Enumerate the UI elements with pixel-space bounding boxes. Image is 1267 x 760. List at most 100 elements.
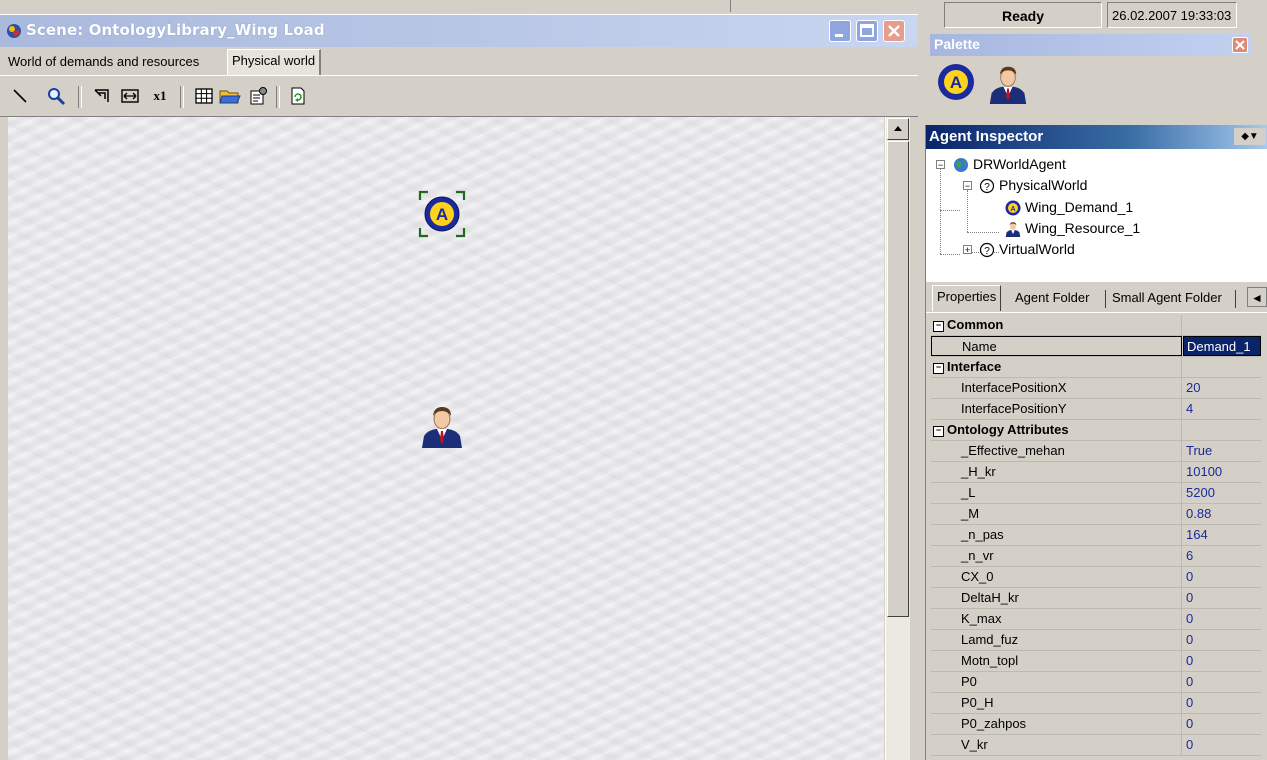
tree-item-label: Wing_Resource_1 (1025, 220, 1141, 236)
property-value (1183, 315, 1261, 335)
property-value[interactable]: 0 (1183, 714, 1261, 734)
property-value[interactable]: 4 (1183, 399, 1261, 419)
property-value[interactable]: 0 (1183, 588, 1261, 608)
demand-agent-icon: A (938, 64, 974, 100)
tab-small-agent-folder[interactable]: Small Agent Folder (1108, 287, 1226, 309)
property-row[interactable]: P0_zahpos 0 (931, 714, 1261, 735)
status-state: Ready (944, 2, 1102, 28)
tab-agent-folder[interactable]: Agent Folder (1011, 287, 1093, 309)
property-value[interactable]: 20 (1183, 378, 1261, 398)
property-row[interactable]: _H_kr 10100 (931, 462, 1261, 483)
svg-text:A: A (436, 205, 448, 224)
minimize-icon (835, 34, 843, 37)
property-value[interactable]: 0 (1183, 630, 1261, 650)
tree-item-drworldagent[interactable]: DRWorldAgent (953, 154, 1066, 174)
palette-resource-agent[interactable] (988, 64, 1028, 104)
maximize-button[interactable] (856, 20, 878, 42)
property-row[interactable]: _n_pas 164 (931, 525, 1261, 546)
properties-button[interactable] (246, 84, 270, 108)
property-value[interactable]: 10100 (1183, 462, 1261, 482)
inspector-menu-button[interactable]: ◆▼ (1234, 128, 1266, 145)
palette-title-bar[interactable]: Palette (930, 34, 1252, 56)
property-row[interactable]: InterfacePositionY 4 (931, 399, 1261, 420)
property-value[interactable]: 6 (1183, 546, 1261, 566)
open-folder-button[interactable] (218, 84, 242, 108)
property-category[interactable]: − Common (931, 315, 1261, 336)
tab-physical-world[interactable]: Physical world (227, 49, 322, 75)
zoom-button[interactable] (44, 84, 68, 108)
property-value[interactable]: 5200 (1183, 483, 1261, 503)
palette-demand-agent[interactable]: A (936, 62, 976, 102)
inspector-title-bar[interactable]: Agent Inspector ◆▼ (926, 125, 1267, 149)
collapse-icon[interactable]: − (933, 363, 944, 374)
tree-item-wing-demand[interactable]: A Wing_Demand_1 (1005, 197, 1133, 217)
property-row[interactable]: CX_0 0 (931, 567, 1261, 588)
scene-canvas[interactable]: A (8, 117, 884, 760)
inspector-title: Agent Inspector (929, 128, 1044, 145)
grid-button[interactable] (192, 84, 216, 108)
palette-close-button[interactable] (1232, 37, 1248, 53)
property-row[interactable]: _M 0.88 (931, 504, 1261, 525)
property-value[interactable]: 0 (1183, 672, 1261, 692)
tree-collapse-toggle[interactable]: − (936, 160, 945, 170)
property-name: K_max (931, 609, 1182, 629)
tree-expand-toggle[interactable]: + (963, 245, 972, 255)
property-name: P0_zahpos (931, 714, 1182, 734)
properties-icon (250, 87, 267, 105)
collapse-icon[interactable]: − (933, 321, 944, 332)
property-category-label: Common (947, 317, 1004, 332)
property-value[interactable]: 0 (1183, 735, 1261, 755)
property-value[interactable]: True (1183, 441, 1261, 461)
scene-vertical-scrollbar[interactable] (885, 117, 911, 760)
property-row[interactable]: P0_H 0 (931, 693, 1261, 714)
tab-scroll-left-button[interactable]: ◄ (1247, 287, 1267, 307)
property-row[interactable]: P0 0 (931, 672, 1261, 693)
scroll-thumb[interactable] (887, 141, 909, 617)
property-row[interactable]: _n_vr 6 (931, 546, 1261, 567)
tree-collapse-toggle[interactable]: − (963, 181, 972, 191)
canvas-resource-agent[interactable] (420, 404, 464, 448)
property-row[interactable]: _L 5200 (931, 483, 1261, 504)
property-name: _n_vr (931, 546, 1182, 566)
collapse-icon[interactable]: − (933, 426, 944, 437)
scroll-up-button[interactable] (887, 118, 909, 140)
property-value[interactable]: 0.88 (1183, 504, 1261, 524)
scale-1x-button[interactable]: x1 (148, 84, 172, 108)
property-category[interactable]: − Ontology Attributes (931, 420, 1261, 441)
close-button[interactable] (883, 20, 905, 42)
property-category[interactable]: − Interface (931, 357, 1261, 378)
property-row[interactable]: _Effective_mehan True (931, 441, 1261, 462)
property-value[interactable]: 0 (1183, 651, 1261, 671)
minimize-button[interactable] (829, 20, 851, 42)
refresh-button[interactable] (286, 84, 310, 108)
property-value[interactable]: Demand_1 (1183, 336, 1261, 356)
tree-item-label: DRWorldAgent (973, 156, 1066, 172)
fit-width-icon (121, 89, 139, 103)
tab-world-of-demands[interactable]: World of demands and resources (4, 51, 203, 73)
line-tool-button[interactable] (8, 84, 32, 108)
property-value[interactable]: 0 (1183, 609, 1261, 629)
tree-item-wing-resource[interactable]: Wing_Resource_1 (1005, 218, 1140, 238)
property-row[interactable]: DeltaH_kr 0 (931, 588, 1261, 609)
tree-item-label: Wing_Demand_1 (1025, 199, 1134, 215)
fit-button[interactable] (90, 84, 114, 108)
property-row[interactable]: V_kr 0 (931, 735, 1261, 756)
fit-width-button[interactable] (118, 84, 142, 108)
scene-title-bar[interactable]: Scene: OntologyLibrary_Wing Load (0, 15, 918, 47)
tab-properties[interactable]: Properties (932, 285, 1002, 311)
canvas-demand-agent[interactable]: A (418, 190, 466, 238)
property-row[interactable]: K_max 0 (931, 609, 1261, 630)
property-grid: − Common Name Demand_1− Interface InterfacePo… (926, 313, 1267, 760)
svg-text:?: ? (984, 182, 990, 193)
property-value[interactable]: 164 (1183, 525, 1261, 545)
tree-item-physicalworld[interactable]: ? PhysicalWorld (979, 175, 1087, 195)
tree-item-virtualworld[interactable]: ? VirtualWorld (979, 239, 1075, 259)
property-row[interactable]: Name Demand_1 (931, 336, 1261, 357)
property-row[interactable]: Lamd_fuz 0 (931, 630, 1261, 651)
property-name: Lamd_fuz (931, 630, 1182, 650)
property-value[interactable]: 0 (1183, 693, 1261, 713)
grid-icon (195, 88, 213, 104)
property-value[interactable]: 0 (1183, 567, 1261, 587)
property-row[interactable]: InterfacePositionX 20 (931, 378, 1261, 399)
property-row[interactable]: Motn_topl 0 (931, 651, 1261, 672)
